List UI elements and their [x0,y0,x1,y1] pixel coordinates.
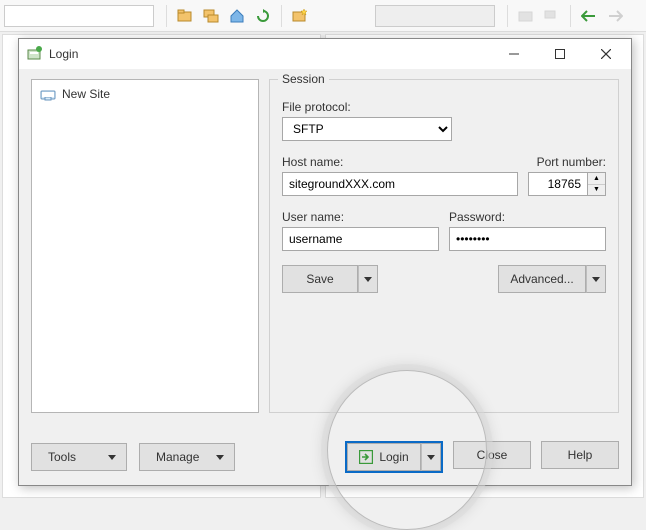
arrow-left-icon[interactable] [577,4,601,28]
session-groupbox: Session File protocol: SFTP Host name: P… [269,79,619,413]
login-split-button[interactable]: Login [345,441,443,473]
bg-left-drive-combo[interactable] [4,5,154,27]
login-dropdown-icon[interactable] [421,443,441,471]
port-input[interactable] [528,172,588,196]
manage-button-label: Manage [156,450,199,464]
port-label: Port number: [537,155,606,169]
save-dropdown-icon[interactable] [358,265,378,293]
maximize-button[interactable] [537,39,583,69]
advanced-button[interactable]: Advanced... [498,265,586,293]
login-icon [359,450,373,464]
folder-open-icon[interactable] [173,4,197,28]
close-button[interactable]: Close [453,441,531,469]
tree-item-label: New Site [62,87,110,101]
password-label: Password: [449,210,606,224]
folder-star-icon[interactable] [288,4,312,28]
session-group-title: Session [278,72,329,86]
login-dialog: Login New Site Session File protocol: SF… [18,38,632,486]
arrow-right-icon [603,4,627,28]
tools-button-label: Tools [48,450,76,464]
port-spinner[interactable]: ▲▼ [588,172,606,196]
chevron-down-icon [216,455,224,460]
tools-split-button[interactable]: Tools [31,443,127,471]
protocol-select[interactable]: SFTP [282,117,452,141]
host-input[interactable] [282,172,518,196]
advanced-split-button[interactable]: Advanced... [498,265,606,293]
close-window-button[interactable] [583,39,629,69]
help-button[interactable]: Help [541,441,619,469]
bg-right-drive-combo[interactable] [375,5,495,27]
login-button[interactable]: Login [347,443,421,471]
username-input[interactable] [282,227,439,251]
advanced-dropdown-icon[interactable] [586,265,606,293]
protocol-label: File protocol: [282,100,606,114]
user-label: User name: [282,210,439,224]
save-button[interactable]: Save [282,265,358,293]
host-label: Host name: [282,155,518,169]
save-split-button[interactable]: Save [282,265,378,293]
refresh-icon[interactable] [251,4,275,28]
dialog-title: Login [49,47,491,61]
password-input[interactable] [449,227,606,251]
folder-tree-icon [540,4,564,28]
chevron-down-icon [108,455,116,460]
login-button-label: Login [379,450,408,464]
tree-item-new-site[interactable]: New Site [36,84,254,104]
folder-tree-icon[interactable] [199,4,223,28]
sites-tree[interactable]: New Site [31,79,259,413]
bg-toolbar-top [0,0,646,32]
folder-open-icon [514,4,538,28]
site-icon [40,86,56,102]
home-icon[interactable] [225,4,249,28]
manage-split-button[interactable]: Manage [139,443,235,471]
app-icon [27,46,43,62]
minimize-button[interactable] [491,39,537,69]
titlebar: Login [19,39,631,69]
